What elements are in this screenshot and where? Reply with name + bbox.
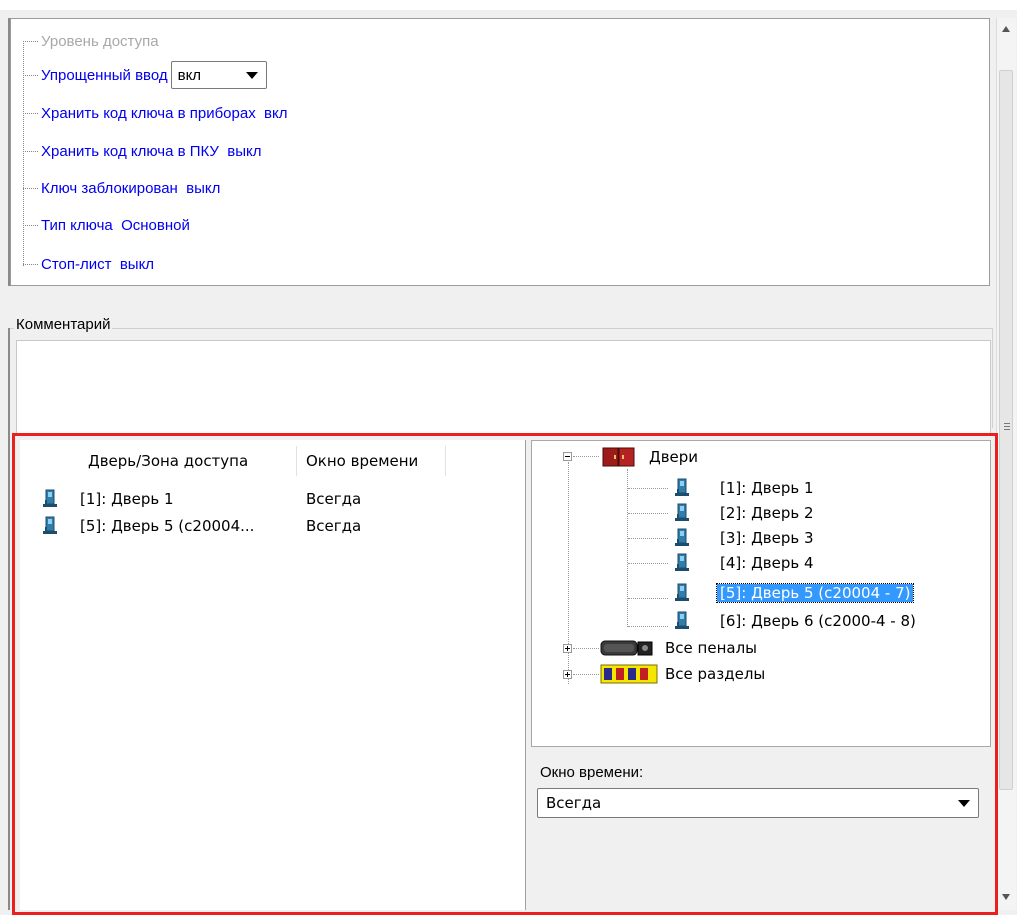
prop-stop-list[interactable]: Стоп-лист выкл bbox=[23, 253, 154, 275]
scroll-up-arrow-icon[interactable] bbox=[1002, 26, 1010, 32]
top-strip bbox=[0, 0, 1017, 10]
prop-store-in-pku-label[interactable]: Хранить код ключа в ПКУ выкл bbox=[41, 143, 262, 160]
prop-key-blocked-label[interactable]: Ключ заблокирован выкл bbox=[41, 180, 220, 197]
prop-simplified-input-label[interactable]: Упрощенный ввод bbox=[41, 67, 168, 84]
prop-key-blocked[interactable]: Ключ заблокирован выкл bbox=[23, 177, 220, 199]
grip-line bbox=[1004, 429, 1010, 430]
prop-access-level-label: Уровень доступа bbox=[41, 32, 159, 50]
vertical-scrollbar[interactable] bbox=[996, 18, 1016, 910]
chevron-down-icon[interactable] bbox=[245, 71, 258, 79]
simplified-input-select[interactable]: вкл bbox=[170, 61, 267, 89]
prop-access-level: Уровень доступа bbox=[23, 30, 159, 52]
panel-edge bbox=[8, 18, 10, 286]
simplified-input-value: вкл bbox=[177, 66, 202, 84]
highlight-frame bbox=[12, 433, 998, 915]
scroll-thumb[interactable] bbox=[999, 70, 1013, 790]
prop-simplified-input[interactable]: Упрощенный ввод вкл bbox=[23, 61, 267, 89]
key-properties-panel: Уровень доступа Упрощенный ввод вкл Хран… bbox=[10, 18, 990, 286]
comment-label: Комментарий bbox=[14, 316, 113, 333]
comment-textarea[interactable] bbox=[16, 340, 991, 435]
prop-store-in-devices[interactable]: Хранить код ключа в приборах вкл bbox=[23, 102, 287, 124]
prop-key-type-label[interactable]: Тип ключа Основной bbox=[41, 217, 190, 234]
scroll-down-arrow-icon[interactable] bbox=[1002, 894, 1010, 900]
grip-line bbox=[1004, 426, 1010, 427]
panel-edge bbox=[8, 328, 10, 910]
prop-store-in-devices-label[interactable]: Хранить код ключа в приборах вкл bbox=[41, 105, 287, 122]
grip-line bbox=[1004, 423, 1010, 424]
prop-store-in-pku[interactable]: Хранить код ключа в ПКУ выкл bbox=[23, 140, 262, 162]
prop-key-type[interactable]: Тип ключа Основной bbox=[23, 214, 190, 236]
prop-stop-list-label[interactable]: Стоп-лист выкл bbox=[41, 256, 154, 273]
